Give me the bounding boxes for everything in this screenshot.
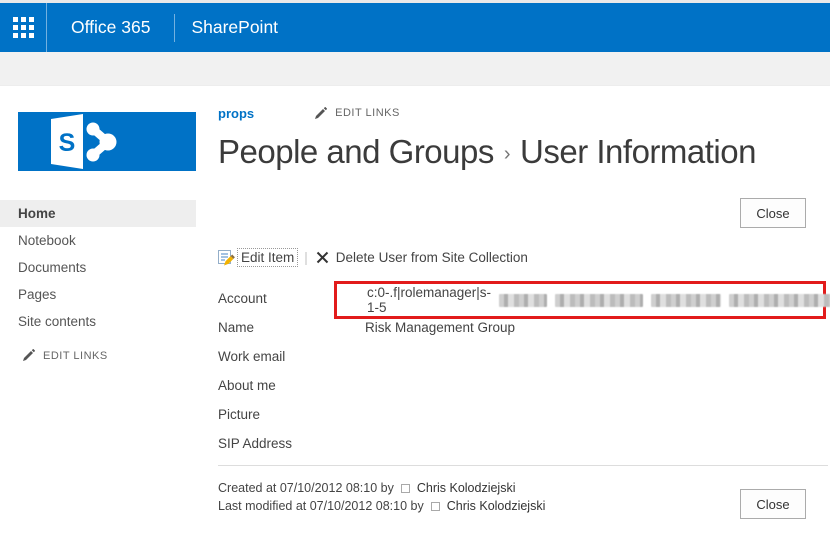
- pencil-icon: [22, 349, 35, 362]
- breadcrumb-edit-links[interactable]: EDIT LINKS: [314, 107, 400, 120]
- page-title-primary: People and Groups: [218, 133, 494, 170]
- title-separator-chevron: ›: [504, 143, 510, 165]
- close-button-bottom[interactable]: Close: [740, 489, 806, 519]
- user-info-fields: Account c:0-.f|rolemanager|s-1-5 Name Ri…: [218, 289, 828, 463]
- field-label: Picture: [218, 405, 365, 422]
- field-row-picture: Picture: [218, 405, 828, 434]
- field-row-about-me: About me: [218, 376, 828, 405]
- presence-indicator-icon: [431, 502, 440, 511]
- edit-item-icon: [218, 249, 235, 266]
- field-row-name: Name Risk Management Group: [218, 318, 828, 347]
- item-toolbar: Edit Item | Delete User from Site Collec…: [218, 247, 828, 267]
- edit-links-label: EDIT LINKS: [335, 107, 400, 119]
- suite-bar: Office 365 SharePoint: [0, 3, 830, 52]
- field-row-work-email: Work email: [218, 347, 828, 376]
- ribbon-band: [0, 52, 830, 86]
- sidebar-item-notebook[interactable]: Notebook: [0, 227, 196, 254]
- close-button-top[interactable]: Close: [740, 198, 806, 228]
- modified-text: Last modified at 07/10/2012 08:10 by: [218, 497, 424, 515]
- delete-user-label: Delete User from Site Collection: [336, 250, 528, 265]
- sidebar-edit-links[interactable]: EDIT LINKS: [22, 349, 196, 362]
- page-title: People and Groups › User Information: [218, 133, 828, 171]
- office365-brand-link[interactable]: Office 365: [47, 3, 174, 52]
- account-value: c:0-.f|rolemanager|s-1-5: [367, 285, 491, 315]
- sharepoint-app-link[interactable]: SharePoint: [175, 3, 294, 52]
- app-launcher-button[interactable]: [0, 3, 46, 52]
- field-row-sip-address: SIP Address: [218, 434, 828, 463]
- main-content: props EDIT LINKS People and Groups › User …: [218, 86, 828, 515]
- delete-x-icon: [316, 251, 329, 264]
- breadcrumb-site-link[interactable]: props: [218, 106, 254, 121]
- sidebar: S Home Notebook Documents Pages Site con…: [0, 86, 196, 362]
- sharepoint-site-logo[interactable]: S: [18, 112, 196, 171]
- sidebar-item-pages[interactable]: Pages: [0, 281, 196, 308]
- item-metadata-footer: Created at 07/10/2012 08:10 by Chris Kol…: [218, 479, 828, 515]
- pencil-icon: [314, 107, 327, 120]
- presence-indicator-icon: [401, 484, 410, 493]
- modified-by-user-link[interactable]: Chris Kolodziejski: [447, 497, 546, 515]
- field-value: Risk Management Group: [365, 318, 515, 335]
- breadcrumb: props EDIT LINKS: [218, 105, 828, 121]
- footer-divider: [218, 465, 828, 466]
- field-label: Work email: [218, 347, 365, 364]
- redacted-account-value: [499, 294, 830, 307]
- waffle-icon: [13, 17, 34, 38]
- account-highlight-box: c:0-.f|rolemanager|s-1-5: [334, 281, 826, 319]
- created-text: Created at 07/10/2012 08:10 by: [218, 479, 394, 497]
- toolbar-separator: |: [304, 250, 308, 265]
- field-label: About me: [218, 376, 365, 393]
- page-title-secondary: User Information: [520, 133, 756, 170]
- field-row-account: Account c:0-.f|rolemanager|s-1-5: [218, 289, 828, 318]
- created-by-user-link[interactable]: Chris Kolodziejski: [417, 479, 516, 497]
- sidebar-item-documents[interactable]: Documents: [0, 254, 196, 281]
- modified-line: Last modified at 07/10/2012 08:10 by Chr…: [218, 497, 828, 515]
- delete-user-button[interactable]: Delete User from Site Collection: [316, 250, 528, 265]
- left-nav: Home Notebook Documents Pages Site conte…: [0, 200, 196, 335]
- created-line: Created at 07/10/2012 08:10 by Chris Kol…: [218, 479, 828, 497]
- field-label: SIP Address: [218, 434, 365, 451]
- edit-item-button[interactable]: Edit Item: [218, 248, 298, 267]
- edit-links-label: EDIT LINKS: [43, 350, 108, 362]
- edit-item-label: Edit Item: [237, 248, 298, 267]
- logo-letter: S: [59, 129, 76, 157]
- sidebar-item-home[interactable]: Home: [0, 200, 196, 227]
- field-label: Name: [218, 318, 365, 335]
- sidebar-item-site-contents[interactable]: Site contents: [0, 308, 196, 335]
